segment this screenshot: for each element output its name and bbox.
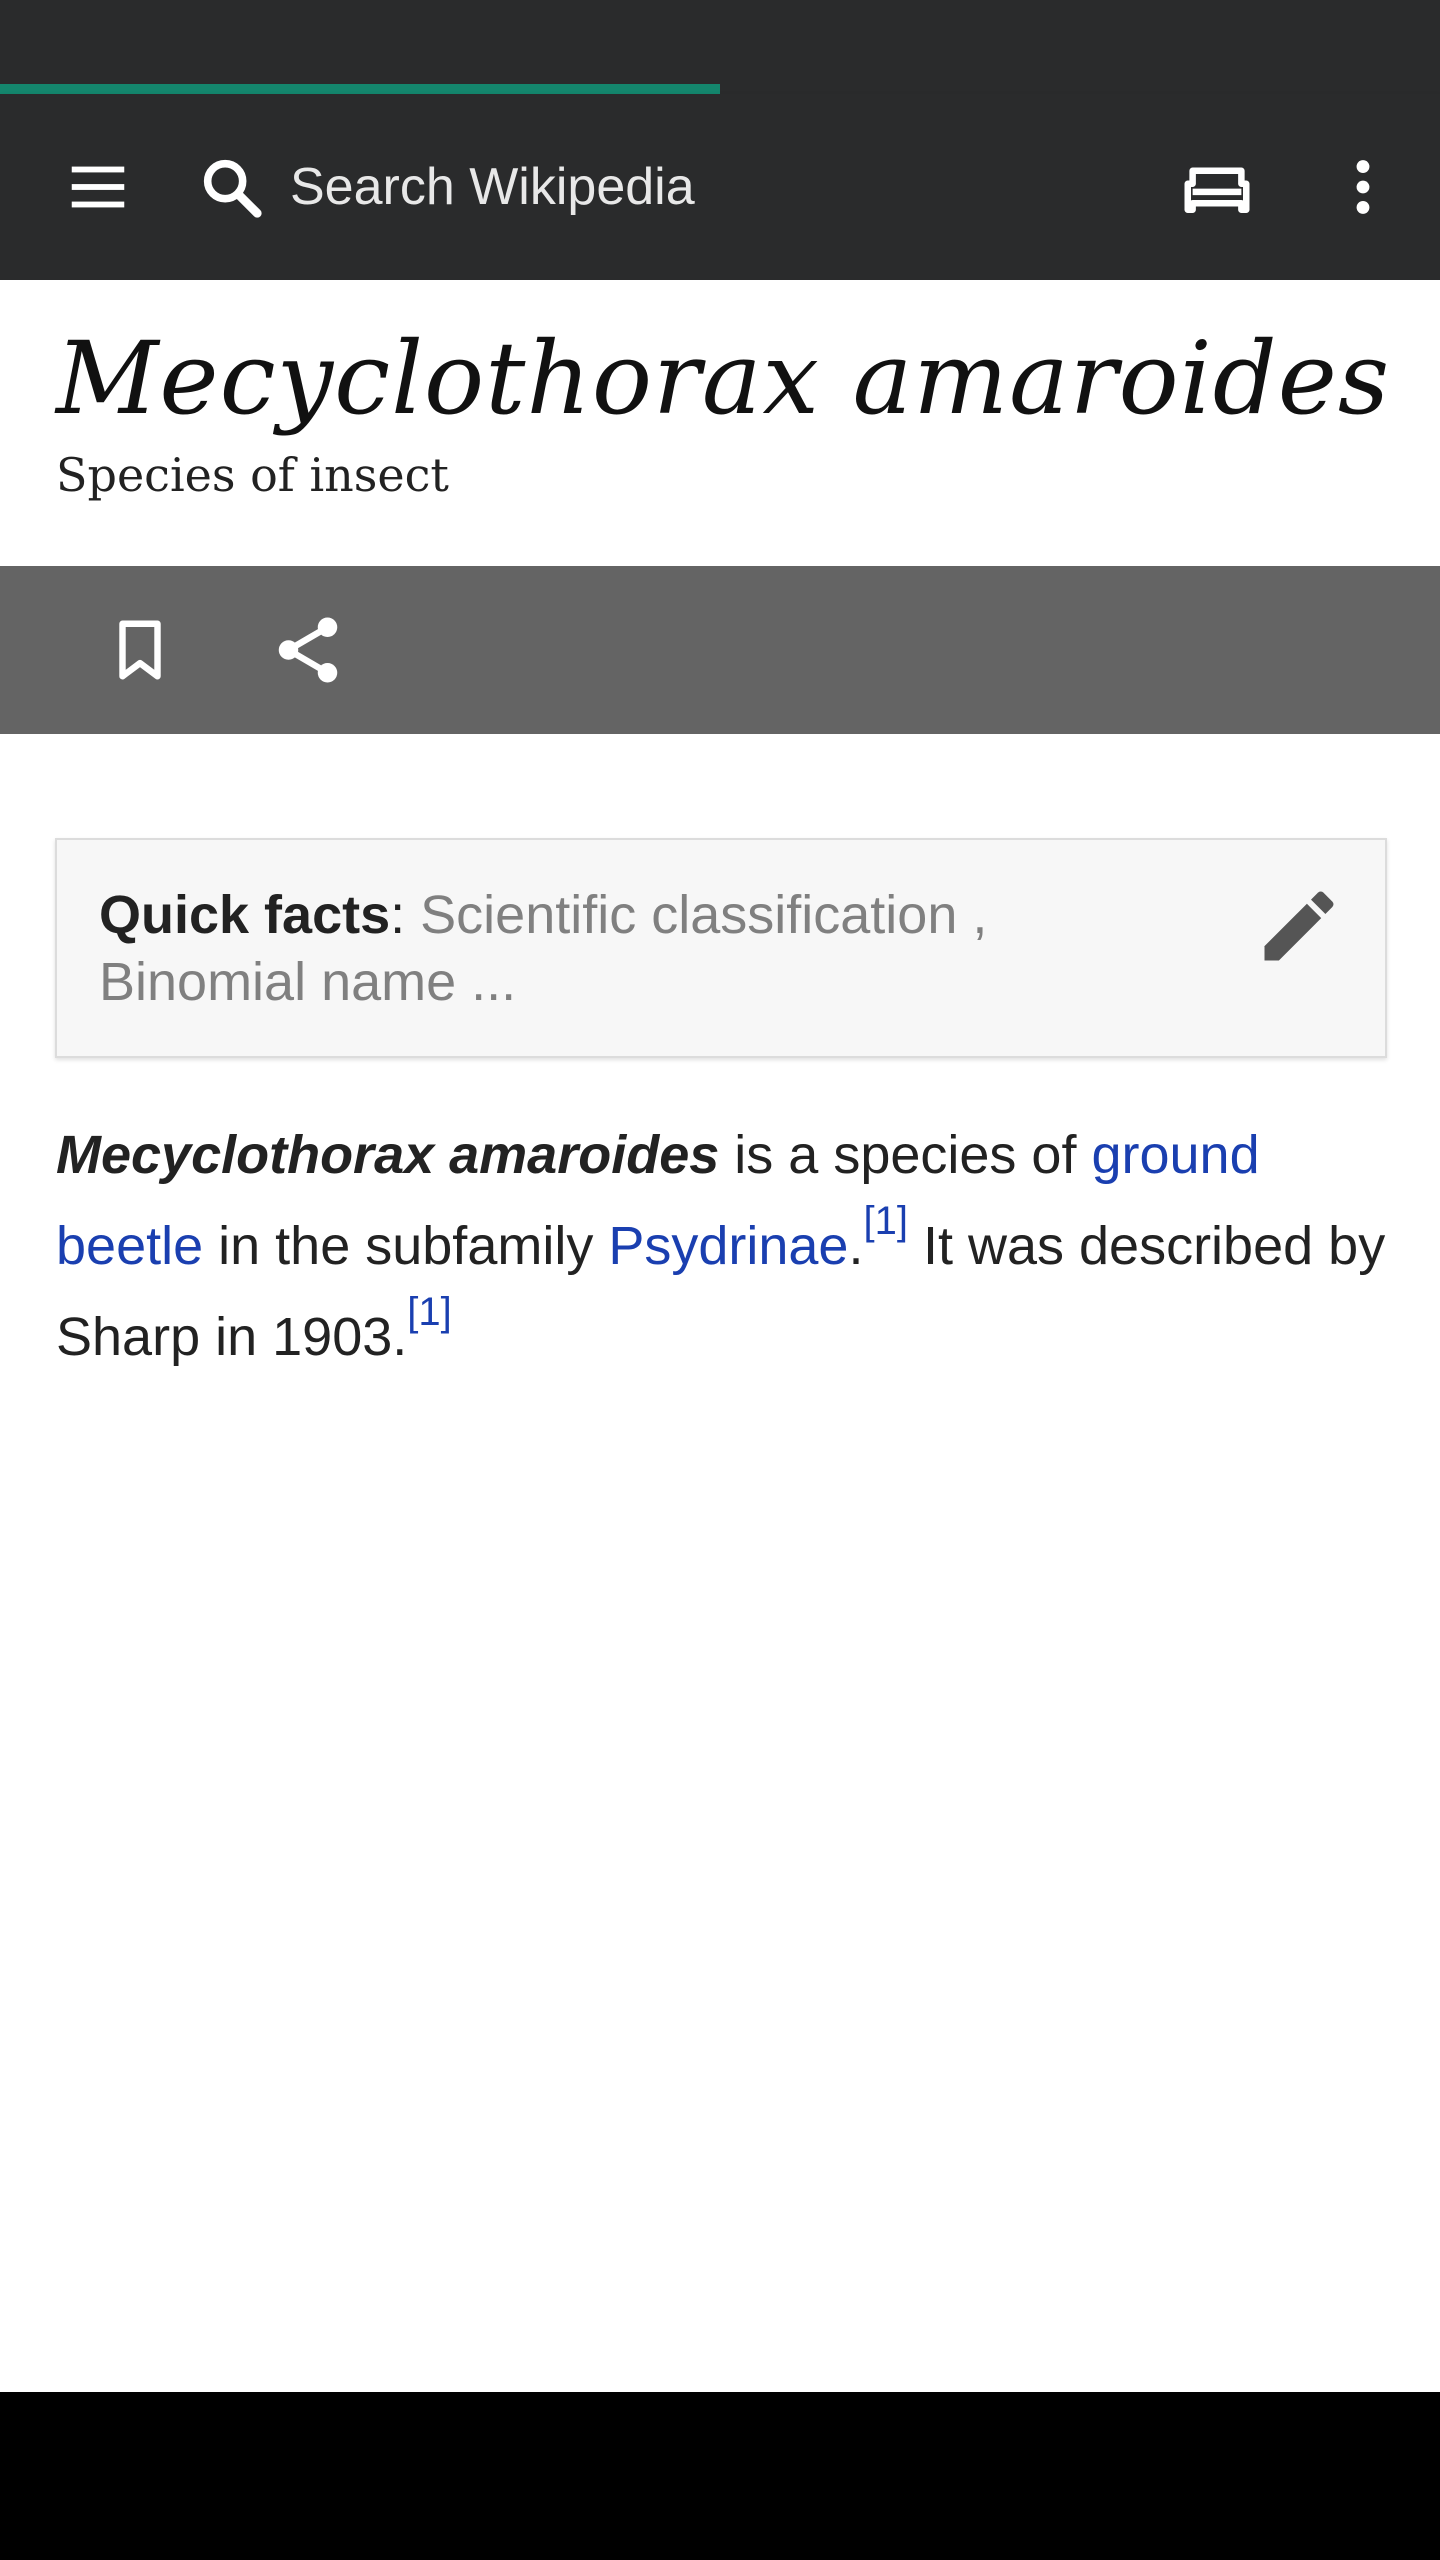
tabs-button[interactable] — [1157, 94, 1277, 280]
menu-button[interactable] — [38, 94, 158, 280]
share-button[interactable] — [238, 566, 378, 734]
quick-facts-separator: : — [390, 885, 406, 945]
body-text: in the subfamily — [203, 1216, 609, 1276]
status-bar — [0, 0, 1440, 84]
reference-link[interactable]: [1] — [863, 1199, 907, 1243]
quick-facts-box[interactable]: Quick facts: Scientific classification ,… — [55, 838, 1387, 1058]
body-text: is a species of — [719, 1125, 1092, 1185]
search-icon — [203, 159, 262, 218]
overflow-menu-button[interactable] — [1303, 94, 1423, 280]
reference-link[interactable]: [1] — [407, 1290, 451, 1334]
search-placeholder: Search Wikipedia — [290, 158, 695, 216]
body-text: . — [848, 1216, 864, 1276]
toolbar: Search Wikipedia — [0, 94, 1440, 280]
quick-facts-text: Quick facts: Scientific classification ,… — [99, 882, 1139, 1016]
tabs-icon — [1184, 167, 1250, 213]
save-to-reading-list-button[interactable] — [70, 566, 210, 734]
article-subject: Mecyclothorax amaroides — [56, 1125, 720, 1185]
article-description: Species of insect — [56, 448, 449, 502]
link-psydrinae[interactable]: Psydrinae — [608, 1216, 848, 1276]
article-action-bar — [0, 566, 1440, 734]
quick-facts-label: Quick facts — [99, 885, 391, 945]
article-paragraph: Mecyclothorax amaroides is a species of … — [56, 1110, 1396, 1383]
page-load-progress-bar — [0, 84, 1440, 94]
edit-pencil-icon — [1264, 891, 1334, 961]
progress-fill — [0, 84, 720, 94]
article-title: Mecyclothorax amaroides — [56, 320, 1391, 437]
page: Search Wikipedia Mecyclothorax amaroides… — [0, 0, 1440, 2560]
system-navigation-bar — [0, 2392, 1440, 2560]
article-header: Mecyclothorax amaroides Species of insec… — [0, 280, 1440, 566]
edit-button[interactable] — [1239, 866, 1359, 986]
hamburger-menu-icon — [71, 166, 125, 208]
bookmark-icon — [119, 620, 161, 680]
more-vertical-icon — [1356, 160, 1370, 214]
search-bar[interactable]: Search Wikipedia — [196, 94, 1096, 280]
share-icon — [278, 617, 338, 683]
